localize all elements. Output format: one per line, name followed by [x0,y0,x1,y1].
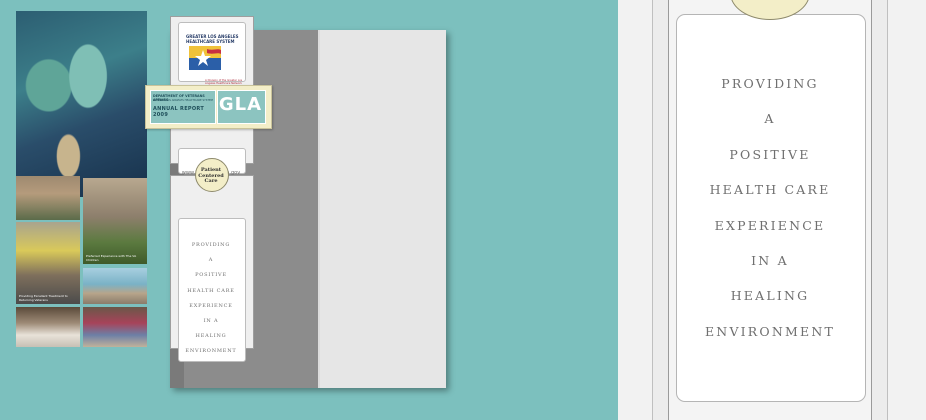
star-flag-logo-icon [189,46,221,70]
band-system: GREATER LOS ANGELES HEALTHCARE SYSTEM [153,99,213,102]
mission-line: EXPERIENCE [714,217,826,233]
mission-line: EXPERIENCE [189,302,233,309]
mission-line: A [764,111,776,127]
band-report-year: ANNUAL REPORT 2009 [153,106,205,118]
mission-line: HEALING [195,333,227,340]
mission-statement-detail: PROVIDING A POSITIVE HEALTH CARE EXPERIE… [676,66,864,349]
mission-line: PROVIDING [721,76,819,91]
mission-line: IN A [203,317,219,324]
mission-line: HEALING [730,288,810,304]
photo-staff-group [16,176,80,220]
photo-walking-group: Providing Excellent Treatment to Returni… [16,222,80,304]
mission-line: A [208,257,214,264]
mission-statement-small: PROVIDING A POSITIVE HEALTH CARE EXPERIE… [178,238,244,360]
mission-line: POSITIVE [195,272,227,279]
photo-surgery: New Medical Technologies [16,11,147,197]
photo-caption-b: Preferred Experience with The VA Childre… [86,254,137,262]
mission-line: HEALTH CARE [709,182,831,198]
mission-line: PROVIDING [191,242,231,248]
seal-text: Patient Centered Care [195,167,227,185]
photo-beach [83,268,147,304]
photo-patients [83,307,147,347]
cover-text-column [320,30,446,388]
mission-line: HEALTH CARE [187,287,235,294]
org-name: GREATER LOS ANGELES HEALTHCARE SYSTEM [186,34,239,44]
mission-line: IN A [751,252,789,268]
photo-clinic [16,307,80,347]
photo-caption-c: Providing Excellent Treatment to Returni… [19,294,68,302]
mission-line: ENVIRONMENT [185,348,237,355]
photo-outdoor-group: Preferred Experience with The VA Childre… [83,178,147,264]
mission-line: POSITIVE [729,146,811,162]
seal-line: Care [204,178,218,184]
mission-line: ENVIRONMENT [704,323,836,339]
band-acronym: GLA [218,94,263,115]
